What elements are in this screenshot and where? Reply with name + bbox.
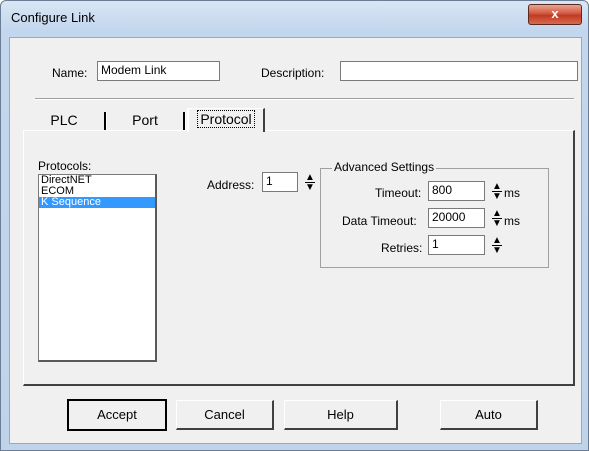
dialog-client-area: Name: Modem Link Description: PLC Port P… [9, 37, 582, 444]
tab-protocol-label: Protocol [197, 110, 255, 128]
name-input[interactable]: Modem Link [97, 61, 220, 81]
advanced-settings-title: Advanced Settings [332, 160, 437, 174]
close-icon: x [551, 6, 559, 21]
description-input[interactable] [340, 61, 578, 81]
timeout-unit: ms [504, 186, 520, 200]
data-timeout-label: Data Timeout: [342, 214, 417, 228]
tab-plc[interactable]: PLC [23, 110, 105, 132]
name-label: Name: [52, 66, 88, 80]
tab-divider [183, 112, 186, 130]
up-arrow-icon[interactable]: ▲ [490, 182, 504, 192]
down-arrow-icon[interactable]: ▼ [490, 192, 504, 202]
retries-label: Retries: [381, 241, 423, 255]
protocols-listbox[interactable]: DirectNET ECOM K Sequence [38, 174, 157, 362]
help-button[interactable]: Help [284, 400, 398, 430]
tab-divider [104, 112, 107, 130]
protocols-label: Protocols: [38, 159, 92, 173]
address-label: Address: [207, 178, 255, 192]
address-input[interactable]: 1 [262, 172, 298, 192]
retries-spinner[interactable]: ▲ ▼ [490, 236, 504, 256]
up-arrow-icon[interactable]: ▲ [303, 173, 317, 183]
data-timeout-spinner[interactable]: ▲ ▼ [490, 209, 504, 229]
timeout-label: Timeout: [375, 186, 422, 200]
retries-input[interactable]: 1 [428, 235, 485, 255]
down-arrow-icon[interactable]: ▼ [490, 219, 504, 229]
tab-port[interactable]: Port [109, 110, 181, 132]
description-label: Description: [261, 66, 325, 80]
title-bar[interactable]: Configure Link x [1, 1, 588, 35]
data-timeout-input[interactable]: 20000 [428, 208, 485, 228]
cancel-button[interactable]: Cancel [176, 400, 274, 430]
address-spinner[interactable]: ▲ ▼ [303, 173, 317, 193]
tab-protocol[interactable]: Protocol [187, 108, 265, 132]
list-item-selected[interactable]: K Sequence [39, 197, 155, 208]
window-title: Configure Link [11, 10, 95, 25]
timeout-input[interactable]: 800 [428, 181, 485, 201]
auto-button[interactable]: Auto [440, 400, 538, 430]
close-button[interactable]: x [528, 4, 582, 25]
up-arrow-icon[interactable]: ▲ [490, 236, 504, 246]
data-timeout-unit: ms [504, 214, 520, 228]
down-arrow-icon[interactable]: ▼ [303, 183, 317, 193]
timeout-spinner[interactable]: ▲ ▼ [490, 182, 504, 202]
separator [35, 98, 574, 100]
accept-button[interactable]: Accept [67, 399, 167, 431]
down-arrow-icon[interactable]: ▼ [490, 246, 504, 256]
configure-link-window: Configure Link x Name: Modem Link Descri… [0, 0, 589, 451]
up-arrow-icon[interactable]: ▲ [490, 209, 504, 219]
